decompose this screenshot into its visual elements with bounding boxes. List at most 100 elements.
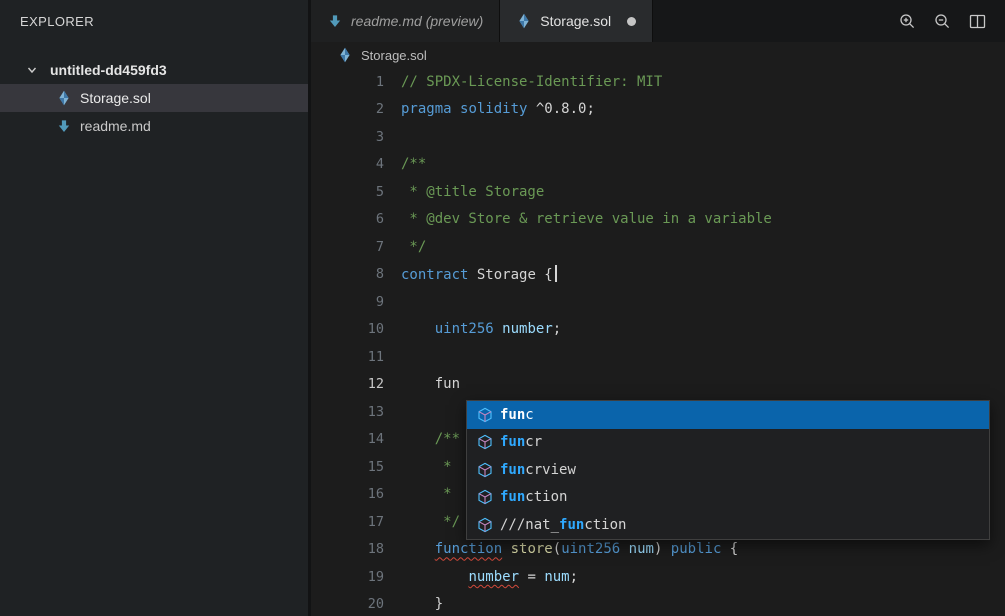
line-text: } <box>401 596 443 612</box>
line-text: * @title Storage <box>401 184 544 200</box>
line-number: 19 <box>311 569 401 585</box>
code-token: * <box>401 486 452 502</box>
solidity-icon <box>516 13 532 29</box>
suggestion-funcrview[interactable]: funcrview <box>467 456 989 484</box>
tab-readme-md-preview[interactable]: readme.md (preview) <box>311 0 500 42</box>
line-text: function store(uint256 num) public { <box>401 541 738 557</box>
line-number: 5 <box>311 184 401 200</box>
markdown-icon <box>56 118 72 134</box>
solidity-icon <box>337 47 353 63</box>
markdown-icon <box>327 13 343 29</box>
line-number: 18 <box>311 541 401 557</box>
tab-storage-sol[interactable]: Storage.sol <box>500 0 653 42</box>
code-line-10[interactable]: 10 uint256 number; <box>311 316 1005 344</box>
line-text: * <box>401 486 452 502</box>
code-token: num <box>629 541 654 557</box>
file-name: readme.md <box>80 118 151 134</box>
suggestion-function[interactable]: function <box>467 484 989 512</box>
symbol-cube-icon <box>477 434 493 450</box>
line-text: // SPDX-License-Identifier: MIT <box>401 74 662 90</box>
code-line-2[interactable]: 2pragma solidity ^0.8.0; <box>311 96 1005 124</box>
suggestion-label: ///nat_function <box>500 517 626 533</box>
line-number: 3 <box>311 129 401 145</box>
code-token: Storage { <box>468 267 552 283</box>
suggestion-label: func <box>500 407 534 423</box>
line-number: 15 <box>311 459 401 475</box>
line-number: 17 <box>311 514 401 530</box>
line-number: 9 <box>311 294 401 310</box>
tab-bar: readme.md (preview) Storage.sol <box>311 0 1005 42</box>
code-token: * @title Storage <box>401 184 544 200</box>
file-row-storage-sol[interactable]: Storage.sol <box>0 84 308 112</box>
code-token: // SPDX-License-Identifier: MIT <box>401 74 662 90</box>
code-line-6[interactable]: 6 * @dev Store & retrieve value in a var… <box>311 206 1005 234</box>
code-token: number <box>502 321 553 337</box>
code-token: store <box>511 541 553 557</box>
magnifier-minus-icon <box>934 13 951 30</box>
suggestion-match: fun <box>500 434 525 450</box>
code-line-5[interactable]: 5 * @title Storage <box>311 178 1005 206</box>
code-editor[interactable]: 1// SPDX-License-Identifier: MIT2pragma … <box>311 68 1005 616</box>
file-row-readme-md[interactable]: readme.md <box>0 112 308 140</box>
breadcrumb-file: Storage.sol <box>361 48 427 63</box>
line-text: number = num; <box>401 569 578 585</box>
code-line-19[interactable]: 19 number = num; <box>311 563 1005 591</box>
line-number: 1 <box>311 74 401 90</box>
suggestion-funcr[interactable]: funcr <box>467 429 989 457</box>
code-token: */ <box>401 514 460 530</box>
code-token: * @dev Store & retrieve value in a varia… <box>401 211 772 227</box>
code-token: solidity <box>460 101 527 117</box>
explorer-title: EXPLORER <box>0 0 308 42</box>
code-token <box>401 569 468 585</box>
code-token: function <box>435 541 502 557</box>
suggestion-match: fun <box>500 462 525 478</box>
line-number: 2 <box>311 101 401 117</box>
tab-bar-tabs: readme.md (preview) Storage.sol <box>311 0 653 42</box>
dirty-indicator <box>627 17 636 26</box>
suggestion-nat-function[interactable]: ///nat_function <box>467 511 989 539</box>
symbol-cube-icon <box>477 489 493 505</box>
code-line-12[interactable]: 12 fun <box>311 371 1005 399</box>
breadcrumb[interactable]: Storage.sol <box>311 42 1005 68</box>
suggestion-label: function <box>500 489 567 505</box>
file-name: Storage.sol <box>80 90 151 106</box>
code-line-9[interactable]: 9 <box>311 288 1005 316</box>
magnifier-plus-icon <box>899 13 916 30</box>
code-token: fun <box>401 376 460 392</box>
code-token <box>502 541 510 557</box>
code-token: /** <box>401 156 426 172</box>
code-line-7[interactable]: 7 */ <box>311 233 1005 261</box>
line-text: fun <box>401 376 460 392</box>
folder-name: untitled-dd459fd3 <box>50 62 167 78</box>
vscode-window: EXPLORER untitled-dd459fd3 Storage.solre… <box>0 0 1005 616</box>
zoom-in-button[interactable] <box>896 10 919 33</box>
line-number: 7 <box>311 239 401 255</box>
line-text: */ <box>401 514 460 530</box>
tab-label: Storage.sol <box>540 13 611 29</box>
code-line-18[interactable]: 18 function store(uint256 num) public { <box>311 536 1005 564</box>
code-line-3[interactable]: 3 <box>311 123 1005 151</box>
code-line-11[interactable]: 11 <box>311 343 1005 371</box>
split-editor-icon <box>969 13 986 30</box>
code-line-4[interactable]: 4/** <box>311 151 1005 179</box>
code-token: uint256 <box>435 321 494 337</box>
suggestion-func[interactable]: func <box>467 401 989 429</box>
code-token: { <box>721 541 738 557</box>
code-line-20[interactable]: 20 } <box>311 591 1005 616</box>
code-line-8[interactable]: 8contract Storage { <box>311 261 1005 289</box>
code-token: = <box>519 569 544 585</box>
line-number: 8 <box>311 266 401 282</box>
suggest-widget: func funcr funcrview function ///nat_functio… <box>466 400 990 540</box>
suggestion-label: funcr <box>500 434 542 450</box>
folder-row-untitled[interactable]: untitled-dd459fd3 <box>0 56 308 84</box>
line-number: 6 <box>311 211 401 227</box>
line-number: 10 <box>311 321 401 337</box>
split-editor-button[interactable] <box>966 10 989 33</box>
code-token <box>401 541 435 557</box>
line-number: 11 <box>311 349 401 365</box>
code-line-1[interactable]: 1// SPDX-License-Identifier: MIT <box>311 68 1005 96</box>
zoom-out-button[interactable] <box>931 10 954 33</box>
solidity-icon <box>56 90 72 106</box>
line-text: contract Storage { <box>401 265 557 283</box>
text-caret <box>555 265 557 282</box>
